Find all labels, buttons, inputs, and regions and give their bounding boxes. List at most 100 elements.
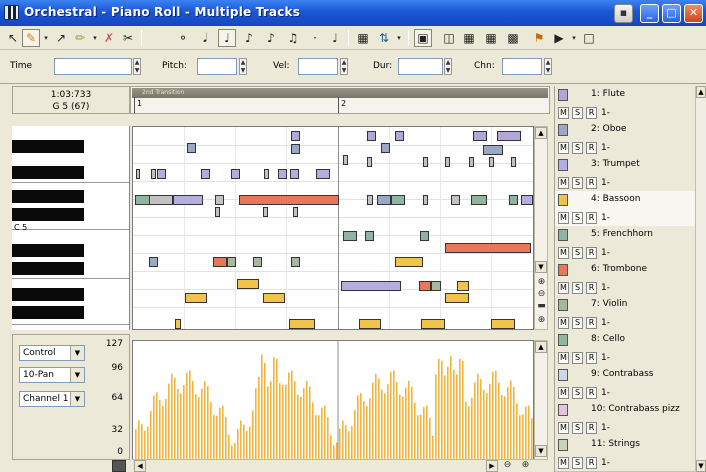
marker-tool-icon[interactable]: ⚑ xyxy=(530,29,548,47)
show-controller-pane-icon[interactable]: ▣ xyxy=(414,29,432,47)
eighth-note-icon[interactable]: ♪ xyxy=(240,29,258,47)
note-flute[interactable] xyxy=(291,131,300,141)
triplet-note-icon[interactable]: ♩ xyxy=(326,29,344,47)
controller-value-bar[interactable] xyxy=(417,415,419,460)
controller-value-bar[interactable] xyxy=(261,354,263,460)
title-bar[interactable]: Orchestral - Piano Roll - Multiple Track… xyxy=(0,0,706,26)
note-cello[interactable] xyxy=(457,281,469,291)
scroll-up-icon[interactable]: ▲ xyxy=(535,341,547,353)
controller-value-bar[interactable] xyxy=(153,395,155,460)
track-name[interactable]: 8: Cello xyxy=(591,334,625,344)
mute-button[interactable]: M xyxy=(558,177,569,189)
controller-value-bar[interactable] xyxy=(411,386,413,460)
track-row[interactable]: 3: Trumpet M S R 1- xyxy=(555,156,695,192)
controller-value-bar[interactable] xyxy=(177,388,179,460)
sixteenth-note-icon[interactable]: ♪ xyxy=(262,29,280,47)
piano-keyboard[interactable]: C 5 xyxy=(12,126,130,330)
controller-value-bar[interactable] xyxy=(171,373,173,460)
controller-value-bar[interactable] xyxy=(327,417,329,460)
record-button[interactable]: R xyxy=(586,317,597,329)
controller-value-bar[interactable] xyxy=(369,398,371,460)
controller-value-bar[interactable] xyxy=(429,417,431,460)
controller-value-bar[interactable] xyxy=(222,405,224,460)
controller-value-bar[interactable] xyxy=(393,370,395,460)
note-trumpet[interactable] xyxy=(278,169,287,179)
note-contrabass-pizz[interactable] xyxy=(421,319,445,329)
controller-value-bar[interactable] xyxy=(495,370,497,460)
solo-button[interactable]: S xyxy=(572,422,583,434)
horizontal-zoom-in-icon[interactable]: ⊕ xyxy=(520,460,531,471)
controller-value-bar[interactable] xyxy=(453,369,455,460)
note-contrabass[interactable] xyxy=(185,293,207,303)
note-contrabass-pizz[interactable] xyxy=(491,319,515,329)
note-bassoon[interactable] xyxy=(391,195,405,205)
track-name[interactable]: 11: Strings xyxy=(591,439,640,449)
controller-value-bar[interactable] xyxy=(336,442,338,460)
note-bassoon[interactable] xyxy=(521,195,533,205)
record-button[interactable]: R xyxy=(586,107,597,119)
note-bassoon[interactable] xyxy=(367,195,373,205)
pitch-field[interactable] xyxy=(197,58,237,75)
controller-value-bar[interactable] xyxy=(192,380,194,460)
mute-button[interactable]: M xyxy=(558,247,569,259)
record-button[interactable]: R xyxy=(586,387,597,399)
controller-value-bar[interactable] xyxy=(360,393,362,460)
track-name[interactable]: 4: Bassoon xyxy=(591,194,640,204)
channel-field[interactable] xyxy=(502,58,542,75)
controller-type-dropdown[interactable]: Control ▼ xyxy=(19,345,85,361)
track-color-swatch[interactable] xyxy=(558,299,568,311)
track-pane-scrollbar[interactable]: ▲ ▼ xyxy=(695,86,706,472)
track-row[interactable]: 2: Oboe M S R 1- xyxy=(555,121,695,157)
controller-value-bar[interactable] xyxy=(276,358,278,460)
track-name[interactable]: 1: Flute xyxy=(591,89,625,99)
controller-value-bar[interactable] xyxy=(135,429,137,460)
controller-value-bar[interactable] xyxy=(426,405,428,460)
scroll-down-icon[interactable]: ▼ xyxy=(696,460,706,472)
note-oboe[interactable] xyxy=(291,144,300,154)
controller-value-bar[interactable] xyxy=(474,382,476,460)
controller-value-bar[interactable] xyxy=(348,431,350,460)
zoom-out-icon[interactable]: ⊖ xyxy=(536,289,547,300)
controller-value-bar[interactable] xyxy=(366,406,368,460)
controller-value-bar[interactable] xyxy=(246,430,248,460)
controller-value-bar[interactable] xyxy=(435,374,437,460)
controller-value-bar[interactable] xyxy=(339,428,341,460)
record-button[interactable]: R xyxy=(586,282,597,294)
time-field[interactable] xyxy=(54,58,132,75)
maximize-button[interactable]: □ xyxy=(662,4,681,23)
controller-value-bar[interactable] xyxy=(354,409,356,460)
note-bassoon[interactable] xyxy=(423,195,428,205)
track-color-swatch[interactable] xyxy=(558,229,568,241)
controller-value-bar[interactable] xyxy=(387,384,389,460)
controller-value-bar[interactable] xyxy=(210,401,212,460)
solo-button[interactable]: S xyxy=(572,247,583,259)
controller-value-bar[interactable] xyxy=(501,394,503,460)
controller-pane-menu-icon[interactable] xyxy=(112,460,126,472)
note-trumpet[interactable] xyxy=(445,157,450,167)
track-row[interactable]: 9: Contrabass M S R 1- xyxy=(555,366,695,402)
note-contrabass-pizz[interactable] xyxy=(289,319,315,329)
quantize-dropdown-icon[interactable]: ▾ xyxy=(394,29,404,47)
black-key[interactable] xyxy=(12,166,84,179)
track-row[interactable]: 6: Trombone M S R 1- xyxy=(555,261,695,297)
controller-value-bar[interactable] xyxy=(234,443,236,460)
note-oboe[interactable] xyxy=(187,143,196,153)
grid-view-icon[interactable]: ▦ xyxy=(460,29,478,47)
controller-value-bar[interactable] xyxy=(273,357,275,460)
controller-value-bar[interactable] xyxy=(279,383,281,460)
record-button[interactable]: R xyxy=(586,247,597,259)
controller-value-bar[interactable] xyxy=(492,371,494,460)
controller-value-bar[interactable] xyxy=(228,434,230,460)
controller-value-bar[interactable] xyxy=(324,405,326,460)
controller-value-bar[interactable] xyxy=(507,387,509,460)
controller-value-bar[interactable] xyxy=(219,407,221,460)
controller-value-bar[interactable] xyxy=(531,418,533,460)
record-button[interactable]: R xyxy=(586,422,597,434)
half-note-icon[interactable]: 𝅘𝅥 xyxy=(196,29,214,47)
pencil-dropdown-icon[interactable]: ▾ xyxy=(90,29,100,47)
record-button[interactable]: R xyxy=(586,142,597,154)
track-name[interactable]: 9: Contrabass xyxy=(591,369,653,379)
controller-value-bars[interactable] xyxy=(133,341,534,460)
whole-note-icon[interactable]: ⚬ xyxy=(174,29,192,47)
controller-value-bar[interactable] xyxy=(438,358,440,460)
